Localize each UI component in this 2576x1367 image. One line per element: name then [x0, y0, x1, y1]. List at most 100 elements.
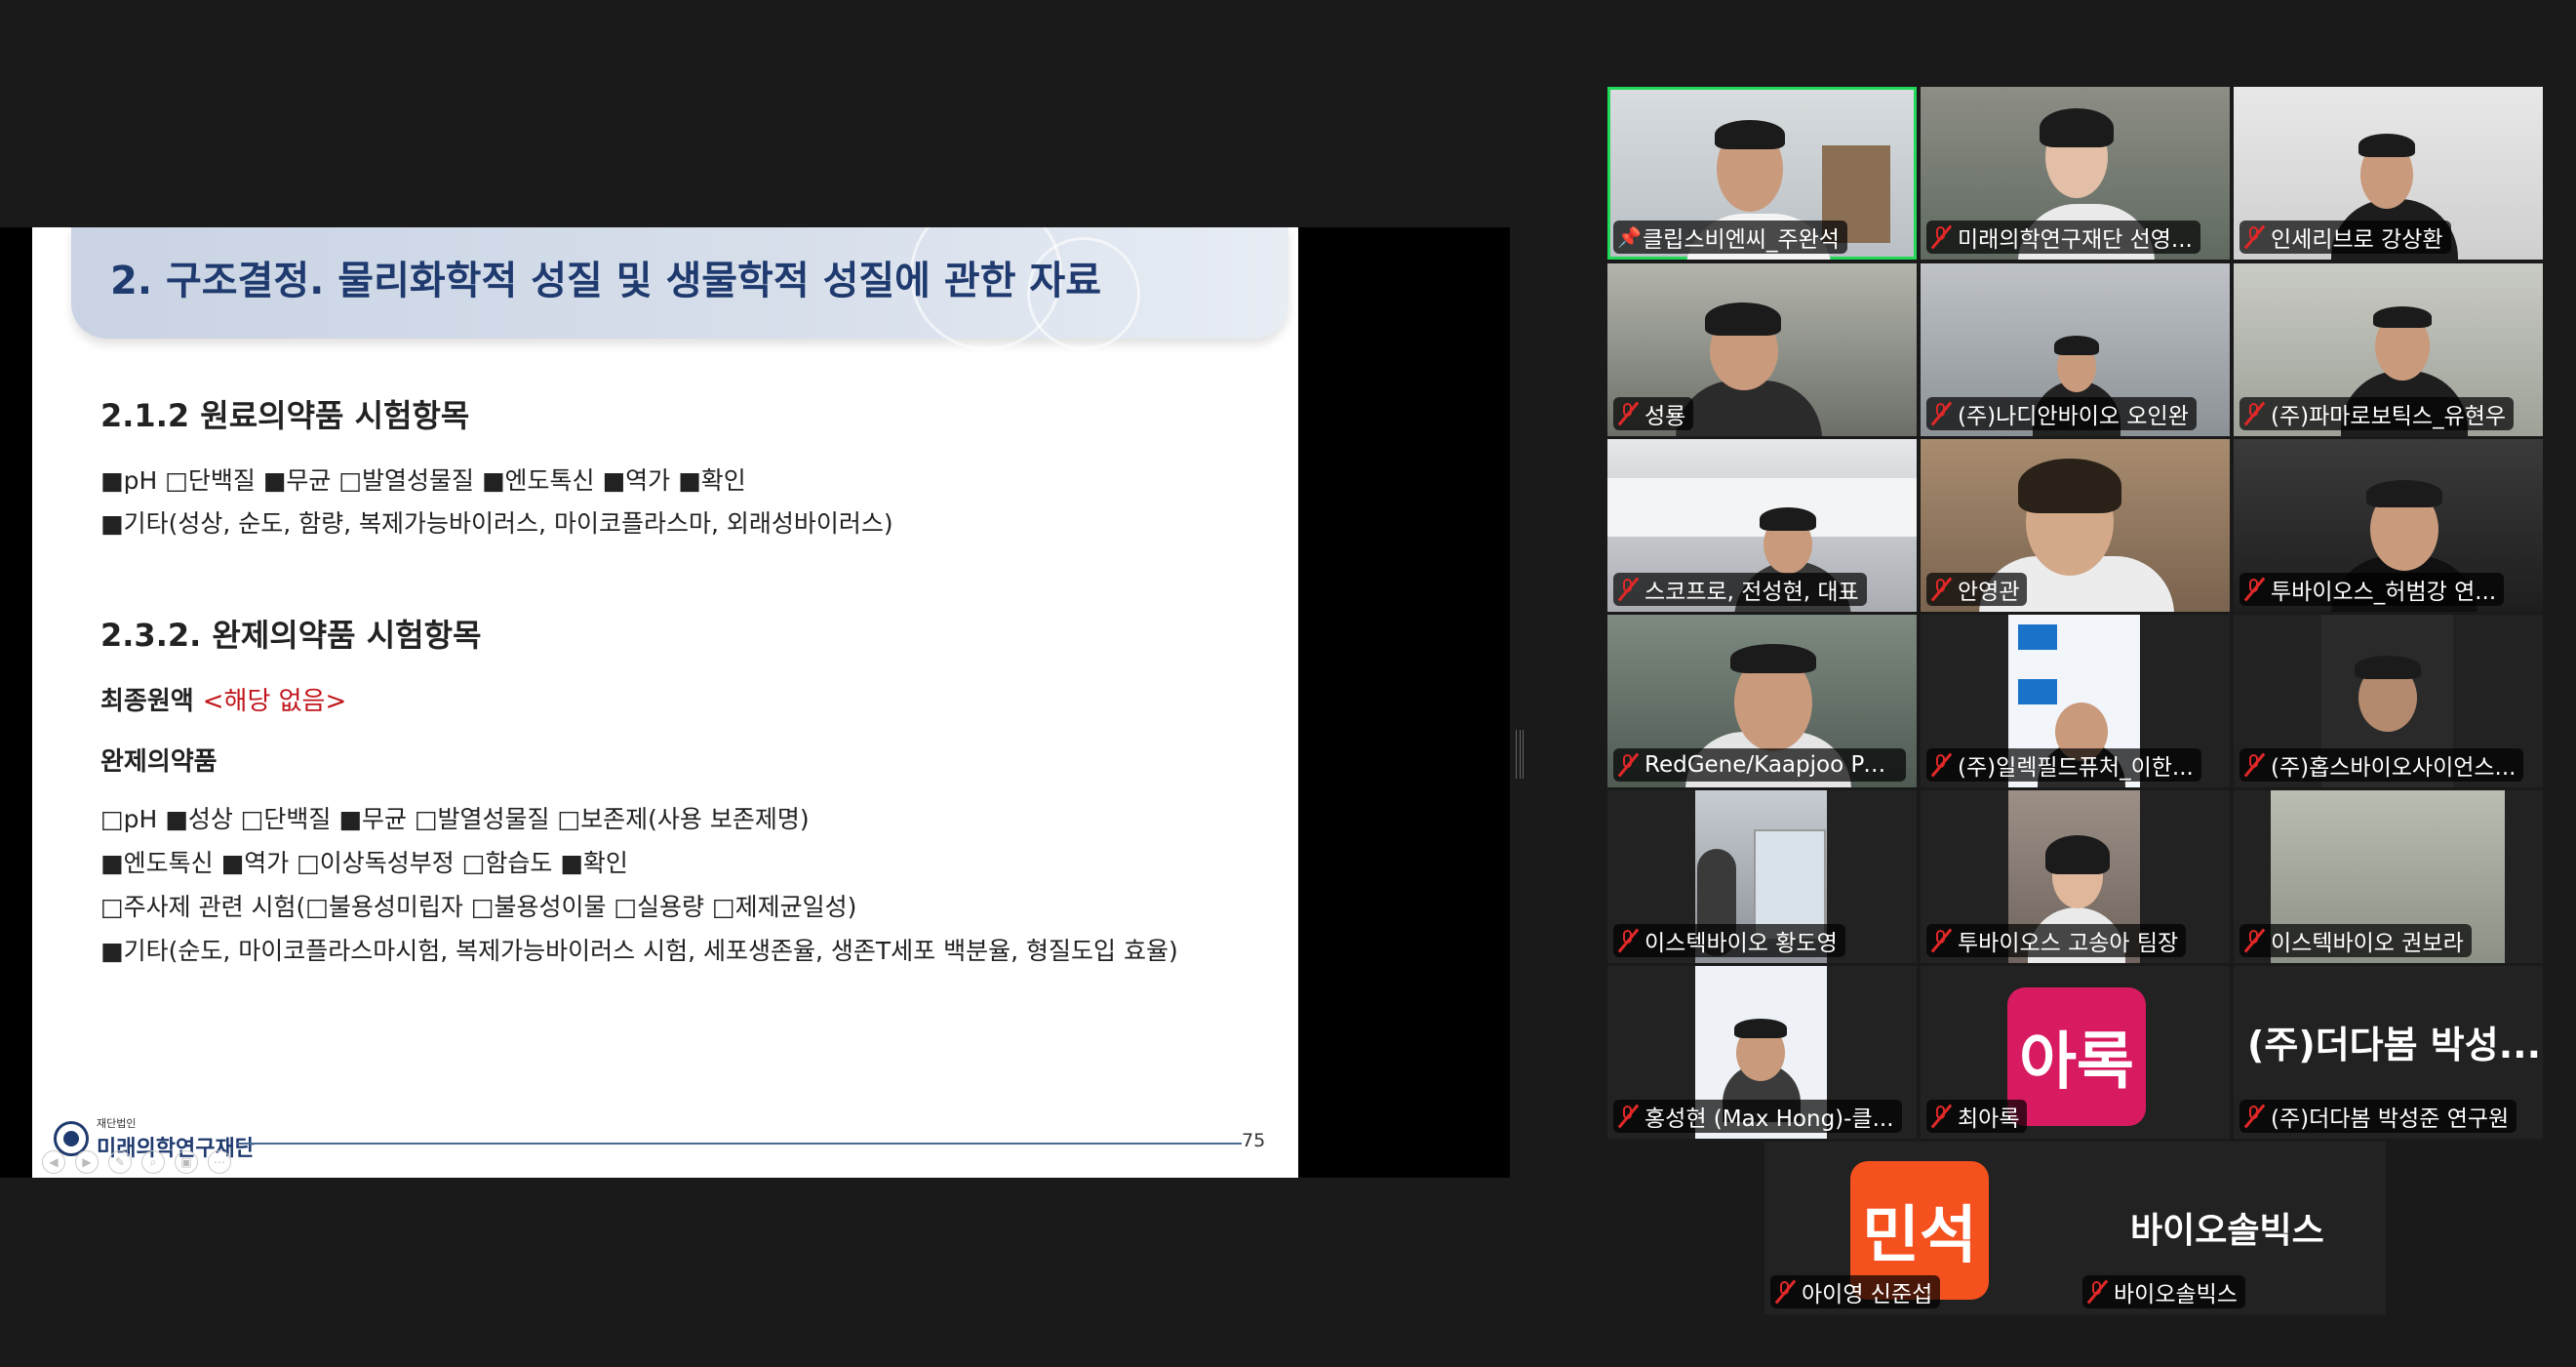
participant-name: 투바이오스_허범강 연... — [2271, 580, 2497, 605]
participant-tile[interactable]: (주)나디안바이오 오인완 — [1921, 263, 2230, 436]
participant-nameplate: 홍성현 (Max Hong)-클... — [1613, 1100, 1902, 1133]
presentation-slide: 2. 구조결정. 물리화학적 성질 및 생물학적 성질에 관한 자료 2.1.2… — [32, 227, 1298, 1178]
participant-nameplate: 미래의학연구재단 선영... — [1926, 221, 2200, 254]
participant-tile[interactable]: 미래의학연구재단 선영... — [1921, 87, 2230, 260]
participant-nameplate: 인세리브로 강상환 — [2239, 221, 2451, 254]
muted-mic-icon — [1617, 401, 1640, 426]
participant-tile[interactable]: 📌 클립스비엔씨_주완석 — [1607, 87, 1917, 260]
participant-name: 아이영 신준섭 — [1802, 1282, 1933, 1307]
participant-tile[interactable]: 성룡 — [1607, 263, 1917, 436]
finished-product-tests-line-3: □주사제 관련 시험(□불용성미립자 □불용성이물 □실용량 □제제균일성) — [100, 893, 857, 921]
muted-mic-icon — [2243, 577, 2266, 602]
participant-nameplate: RedGene/Kaapjoo Park — [1613, 748, 1906, 782]
split-view-resize-handle[interactable] — [1516, 730, 1525, 779]
participant-nameplate: 최아록 — [1926, 1100, 2028, 1133]
final-bulk-row: 최종원액 <해당 없음> — [100, 681, 346, 717]
participant-nameplate: 이스텍바이오 권보라 — [2239, 924, 2472, 957]
slide-page-number: 75 — [1242, 1130, 1266, 1151]
participant-tile[interactable]: 홍성현 (Max Hong)-클... — [1607, 966, 1917, 1139]
participant-nameplate[interactable]: 바이오솔빅스 — [2082, 1275, 2245, 1308]
muted-mic-icon — [1774, 1279, 1797, 1305]
participant-name: 인세리브로 강상환 — [2271, 227, 2443, 253]
participant-nameplate: (주)나디안바이오 오인완 — [1926, 397, 2197, 430]
muted-mic-icon — [2243, 401, 2266, 426]
participant-tile[interactable]: (주)파마로보틱스_유현우 — [2234, 263, 2543, 436]
participant-nameplate: 스코프로, 전성현, 대표 — [1613, 573, 1867, 606]
participant-tile[interactable]: (주)일렉필드퓨처_이한... — [1921, 615, 2230, 787]
participant-tile[interactable]: (주)홉스바이오사이언스... — [2234, 615, 2543, 787]
pen-icon[interactable]: ✎ — [108, 1150, 132, 1174]
shared-screen: 2. 구조결정. 물리화학적 성질 및 생물학적 성질에 관한 자료 2.1.2… — [0, 227, 1510, 1178]
logo-subtitle: 재단법인 — [97, 1117, 137, 1130]
slide-title: 2. 구조결정. 물리화학적 성질 및 생물학적 성질에 관한 자료 — [110, 259, 1102, 303]
participant-name: 최아록 — [1958, 1106, 2020, 1132]
final-bulk-note: <해당 없음> — [202, 687, 347, 716]
muted-mic-icon — [1930, 928, 1953, 953]
participant-name: (주)파마로보틱스_유현우 — [2271, 404, 2507, 429]
participant-nameplate: 성룡 — [1613, 397, 1694, 430]
camera-icon[interactable]: ▣ — [175, 1150, 198, 1174]
participant-name: 투바이오스 고송아 팀장 — [1958, 931, 2179, 956]
section-heading-drug-substance: 2.1.2 원료의약품 시험항목 — [100, 397, 470, 434]
muted-mic-icon — [2243, 224, 2266, 250]
previous-slide-icon[interactable]: ◀ — [42, 1150, 65, 1174]
participant-name: 이스텍바이오 황도영 — [1645, 931, 1838, 956]
participant-nameplate: 📌 클립스비엔씨_주완석 — [1613, 221, 1847, 254]
zoom-icon[interactable]: ⌕ — [141, 1150, 165, 1174]
slide-footer-rule — [237, 1143, 1242, 1145]
participant-tile[interactable]: 이스텍바이오 황도영 — [1607, 790, 1917, 963]
finished-product-tests-line-1: □pH ■성상 □단백질 ■무균 □발열성물질 □보존제(사용 보존제명) — [100, 805, 810, 833]
muted-mic-icon — [1930, 401, 1953, 426]
participant-tile[interactable]: 투바이오스_허범강 연... — [2234, 439, 2543, 612]
participant-name: 바이오솔빅스 — [2114, 1282, 2238, 1307]
participant-nameplate[interactable]: 아이영 신준섭 — [1770, 1275, 1941, 1308]
participant-nameplate: 투바이오스_허범강 연... — [2239, 573, 2505, 606]
muted-mic-icon — [2243, 1104, 2266, 1129]
next-slide-icon[interactable]: ▶ — [75, 1150, 99, 1174]
participant-name: 미래의학연구재단 선영... — [1958, 227, 2193, 253]
participant-name: 클립스비엔씨_주완석 — [1643, 227, 1840, 253]
drug-substance-tests-line: ■pH □단백질 ■무균 □발열성물질 ■엔도톡신 ■역가 ■확인 — [100, 466, 746, 495]
participant-name: 성룡 — [1645, 404, 1686, 429]
muted-mic-icon — [2086, 1279, 2109, 1305]
muted-mic-icon — [1617, 752, 1640, 778]
participant-nameplate: (주)일렉필드퓨처_이한... — [1926, 748, 2201, 782]
participant-tile[interactable]: 인세리브로 강상환 — [2234, 87, 2543, 260]
more-options-icon[interactable]: ⋯ — [208, 1150, 231, 1174]
muted-mic-icon — [1617, 928, 1640, 953]
participant-tile[interactable]: 안영관 — [1921, 439, 2230, 612]
final-bulk-label: 최종원액 — [100, 687, 194, 716]
muted-mic-icon — [1930, 577, 1953, 602]
participant-nameplate: 안영관 — [1926, 573, 2028, 606]
participant-name: 홍성현 (Max Hong)-클... — [1645, 1106, 1894, 1132]
participant-nameplate: 투바이오스 고송아 팀장 — [1926, 924, 2187, 957]
muted-mic-icon — [2243, 752, 2266, 778]
participant-tile[interactable]: RedGene/Kaapjoo Park — [1607, 615, 1917, 787]
participant-name: (주)더다봄 박성준 연구원 — [2271, 1106, 2510, 1132]
participant-tile[interactable]: (주)더다봄 박성... (주)더다봄 박성준 연구원 — [2234, 966, 2543, 1139]
section-heading-drug-product: 2.3.2. 완제의약품 시험항목 — [100, 617, 482, 654]
participant-tile[interactable]: 이스텍바이오 권보라 — [2234, 790, 2543, 963]
muted-mic-icon — [1930, 1104, 1953, 1129]
finished-product-tests-line-4: ■기타(순도, 마이코플라스마시험, 복제가능바이러스 시험, 세포생존율, 생… — [100, 937, 1178, 965]
participant-tile[interactable]: 투바이오스 고송아 팀장 — [1921, 790, 2230, 963]
participant-display-name: (주)더다봄 박성... — [2247, 1024, 2542, 1066]
participant-name: RedGene/Kaapjoo Park — [1645, 752, 1898, 778]
participant-name: (주)일렉필드퓨처_이한... — [1958, 755, 2194, 781]
participant-tile[interactable]: 아록 최아록 — [1921, 966, 2230, 1139]
muted-mic-icon — [1617, 1104, 1640, 1129]
participant-display-name: 바이오솔빅스 — [2130, 1211, 2324, 1251]
muted-mic-icon — [2243, 928, 2266, 953]
participant-tile-pair: 민석 아이영 신준섭 바이오솔빅스 바이오솔빅스 — [1764, 1142, 2386, 1314]
pin-icon: 📌 — [1617, 225, 1642, 249]
participant-name: (주)홉스바이오사이언스... — [2271, 755, 2517, 781]
participant-nameplate: (주)파마로보틱스_유현우 — [2239, 397, 2515, 430]
participant-name: 이스텍바이오 권보라 — [2271, 931, 2464, 956]
muted-mic-icon — [1930, 752, 1953, 778]
slideshow-controls[interactable]: ◀ ▶ ✎ ⌕ ▣ ⋯ — [42, 1150, 231, 1174]
muted-mic-icon — [1617, 577, 1640, 602]
participant-name: (주)나디안바이오 오인완 — [1958, 404, 2189, 429]
participant-nameplate: (주)홉스바이오사이언스... — [2239, 748, 2524, 782]
participant-nameplate: 이스텍바이오 황도영 — [1613, 924, 1845, 957]
participant-tile[interactable]: 스코프로, 전성현, 대표 — [1607, 439, 1917, 612]
